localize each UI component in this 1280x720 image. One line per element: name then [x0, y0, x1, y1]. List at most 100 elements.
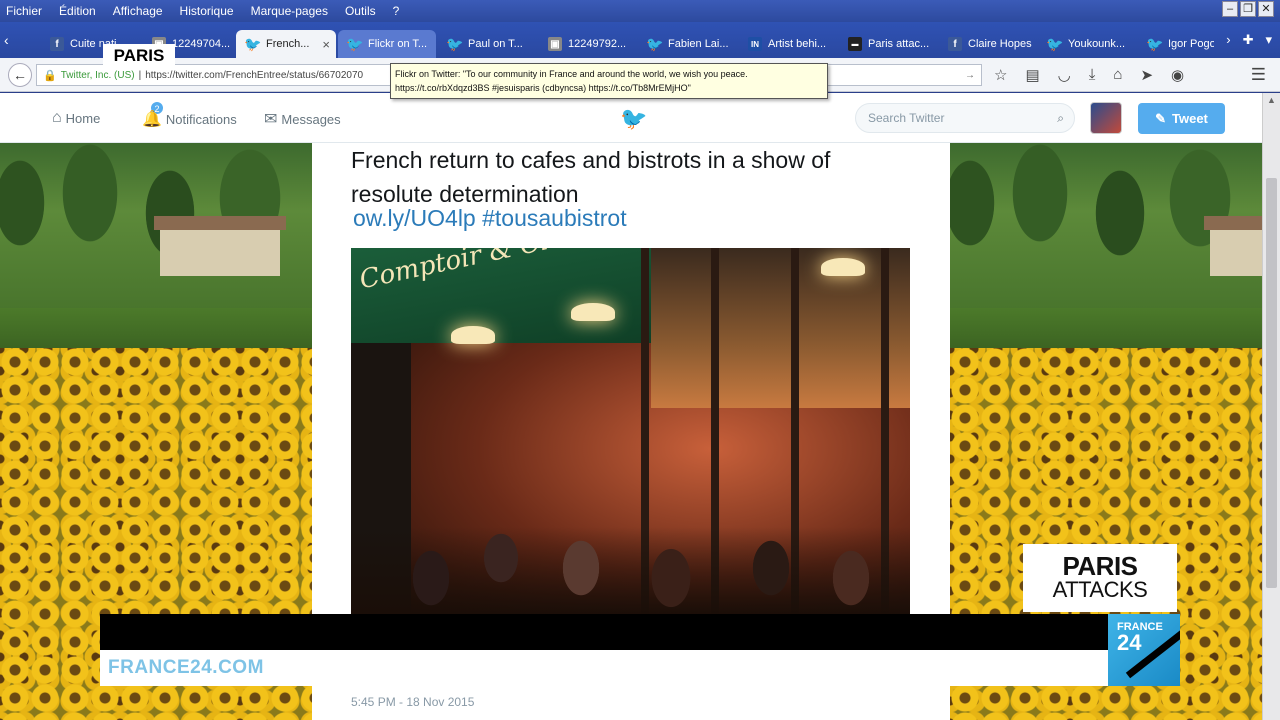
- nav-messages-label: Messages: [281, 111, 341, 127]
- tab-5[interactable]: ▣ 12249792...: [538, 30, 636, 58]
- facebook-icon: f: [948, 37, 962, 51]
- menu-historique[interactable]: Historique: [180, 4, 234, 18]
- tweet-button[interactable]: ✎ Tweet: [1138, 103, 1225, 134]
- twitter-icon: 🐦: [446, 35, 464, 52]
- twitter-icon: 🐦: [646, 35, 664, 52]
- menu-fichier[interactable]: Fichier: [6, 4, 42, 18]
- nav-notifications-label: Notifications: [165, 111, 237, 127]
- quill-icon: ✎: [1155, 110, 1166, 126]
- scrollbar-thumb[interactable]: [1266, 178, 1277, 588]
- close-window-icon[interactable]: ✕: [1258, 1, 1274, 17]
- tab-10[interactable]: 🐦 Youkounk...: [1038, 30, 1136, 58]
- tooltip-line-2: https://t.co/rbXdqzd3BS #jesuisparis (cd…: [395, 83, 691, 93]
- tab-label: Youkounk...: [1068, 38, 1126, 50]
- paris-location-tag: PARIS: [103, 44, 175, 68]
- avatar[interactable]: [1090, 102, 1122, 134]
- logo-line-2: 24: [1117, 630, 1142, 655]
- twitter-icon: 🐦: [1046, 35, 1064, 52]
- go-arrow-icon[interactable]: →: [965, 70, 975, 81]
- twitter-icon: 🐦: [346, 35, 364, 52]
- news-ticker-site: FRANCE24.COM: [100, 650, 1110, 686]
- facebook-icon: f: [50, 37, 64, 51]
- separator: |: [138, 69, 142, 81]
- tab-label: Fabien Lai...: [668, 38, 729, 50]
- hamburger-menu-icon[interactable]: ☰: [1251, 65, 1266, 85]
- news-ticker-bar: [100, 614, 1110, 650]
- tab-tooltip: Flickr on Twitter: "To our community in …: [390, 63, 828, 99]
- tweet-button-label: Tweet: [1172, 111, 1208, 126]
- tab-scroll-right-icon[interactable]: ›: [1226, 32, 1230, 48]
- tab-4[interactable]: 🐦 Paul on T...: [438, 30, 536, 58]
- bell-icon: 🔔: [142, 111, 162, 128]
- tab-label: 12249704...: [172, 38, 231, 50]
- tab-7[interactable]: IN Artist behi...: [738, 30, 836, 58]
- menu-edition[interactable]: Édition: [59, 4, 96, 18]
- paris-attacks-bug: PARIS ATTACKS: [1023, 544, 1177, 612]
- tab-2-active[interactable]: 🐦 French... ×: [236, 30, 336, 58]
- clipboard-icon[interactable]: ▤: [1025, 66, 1039, 84]
- tab-label: French...: [266, 38, 310, 50]
- envelope-icon: ✉: [264, 111, 278, 128]
- tab-3[interactable]: 🐦 Flickr on T...: [338, 30, 436, 58]
- home-icon[interactable]: ⌂: [1113, 66, 1122, 84]
- attacks-line-1: PARIS: [1062, 551, 1138, 581]
- download-icon[interactable]: ⤓: [1089, 66, 1096, 84]
- tweet-link[interactable]: ow.ly/UO4lp: [353, 205, 476, 231]
- nav-home-label: Home: [65, 110, 101, 126]
- tab-scroll-left-icon[interactable]: ‹: [4, 32, 9, 48]
- tab-9[interactable]: f Claire Hopes: [938, 30, 1036, 58]
- bookmark-star-icon[interactable]: ☆: [994, 66, 1007, 84]
- tab-label: Paris attac...: [868, 38, 930, 50]
- close-tab-icon[interactable]: ×: [322, 37, 330, 52]
- menu-affichage[interactable]: Affichage: [113, 4, 163, 18]
- tweet-text: French return to cafes and bistrots in a…: [351, 147, 831, 207]
- twitter-bird-icon[interactable]: 🐦: [620, 106, 647, 132]
- attacks-line-2: ATTACKS: [1052, 577, 1148, 602]
- tweet-hashtag[interactable]: #tousaubistrot: [482, 205, 626, 231]
- farmhouse: [154, 216, 286, 276]
- scrollbar[interactable]: ▲: [1262, 93, 1280, 720]
- restore-icon[interactable]: ❐: [1240, 1, 1256, 17]
- tab-label: Claire Hopes: [968, 38, 1032, 50]
- search-placeholder: Search Twitter: [868, 111, 945, 125]
- ticker-site-label: FRANCE24.COM: [108, 657, 264, 678]
- image-icon: ▣: [548, 37, 562, 51]
- scroll-up-icon[interactable]: ▲: [1267, 95, 1276, 105]
- chat-icon[interactable]: ◉: [1171, 66, 1184, 84]
- minimize-icon[interactable]: –: [1222, 1, 1238, 17]
- list-all-tabs-icon[interactable]: ▾: [1265, 32, 1272, 48]
- tab-8[interactable]: ▬ Paris attac...: [838, 30, 936, 58]
- tab-6[interactable]: 🐦 Fabien Lai...: [638, 30, 736, 58]
- tab-label: Igor Pogo...: [1168, 38, 1214, 50]
- search-input[interactable]: Search Twitter ⌕: [855, 103, 1075, 133]
- news-icon: ▬: [848, 37, 862, 51]
- tweet-photo[interactable]: Comptoir & Cie...: [351, 248, 910, 615]
- menu-bar: Fichier Édition Affichage Historique Mar…: [0, 0, 1280, 22]
- twitter-icon: 🐦: [1146, 35, 1164, 52]
- tab-label: Paul on T...: [468, 38, 523, 50]
- tab-label: Artist behi...: [768, 38, 827, 50]
- nav-notifications[interactable]: 🔔 Notifications: [142, 109, 237, 129]
- in-icon: IN: [748, 37, 762, 51]
- pocket-icon[interactable]: ◡: [1058, 66, 1071, 84]
- search-icon[interactable]: ⌕: [1057, 104, 1064, 132]
- new-tab-icon[interactable]: ✚: [1243, 32, 1254, 48]
- menu-help[interactable]: ?: [393, 4, 400, 18]
- tab-11[interactable]: 🐦 Igor Pogo...: [1138, 30, 1214, 58]
- lock-icon: 🔒: [43, 69, 57, 82]
- url-text: https://twitter.com/FrenchEntree/status/…: [145, 69, 364, 81]
- tweet-timestamp[interactable]: 5:45 PM - 18 Nov 2015: [351, 695, 474, 709]
- nav-home[interactable]: ⌂ Home: [52, 109, 100, 127]
- menu-outils[interactable]: Outils: [345, 4, 376, 18]
- tab-bar: ‹ f Cuite nati... ▣ 12249704... 🐦 French…: [0, 22, 1280, 58]
- farmhouse: [1204, 216, 1262, 276]
- nav-messages[interactable]: ✉ Messages: [264, 109, 341, 129]
- tab-label: Flickr on T...: [368, 38, 428, 50]
- twitter-icon: 🐦: [244, 35, 262, 52]
- twitter-header: ⌂ Home 2 🔔 Notifications ✉ Messages 🐦 Se…: [0, 93, 1262, 143]
- tooltip-line-1: Flickr on Twitter: "To our community in …: [395, 69, 748, 79]
- back-arrow-icon[interactable]: ←: [8, 63, 32, 87]
- site-identity: Twitter, Inc. (US): [60, 69, 135, 81]
- send-icon[interactable]: ➤: [1140, 66, 1153, 84]
- menu-marque-pages[interactable]: Marque-pages: [251, 4, 328, 18]
